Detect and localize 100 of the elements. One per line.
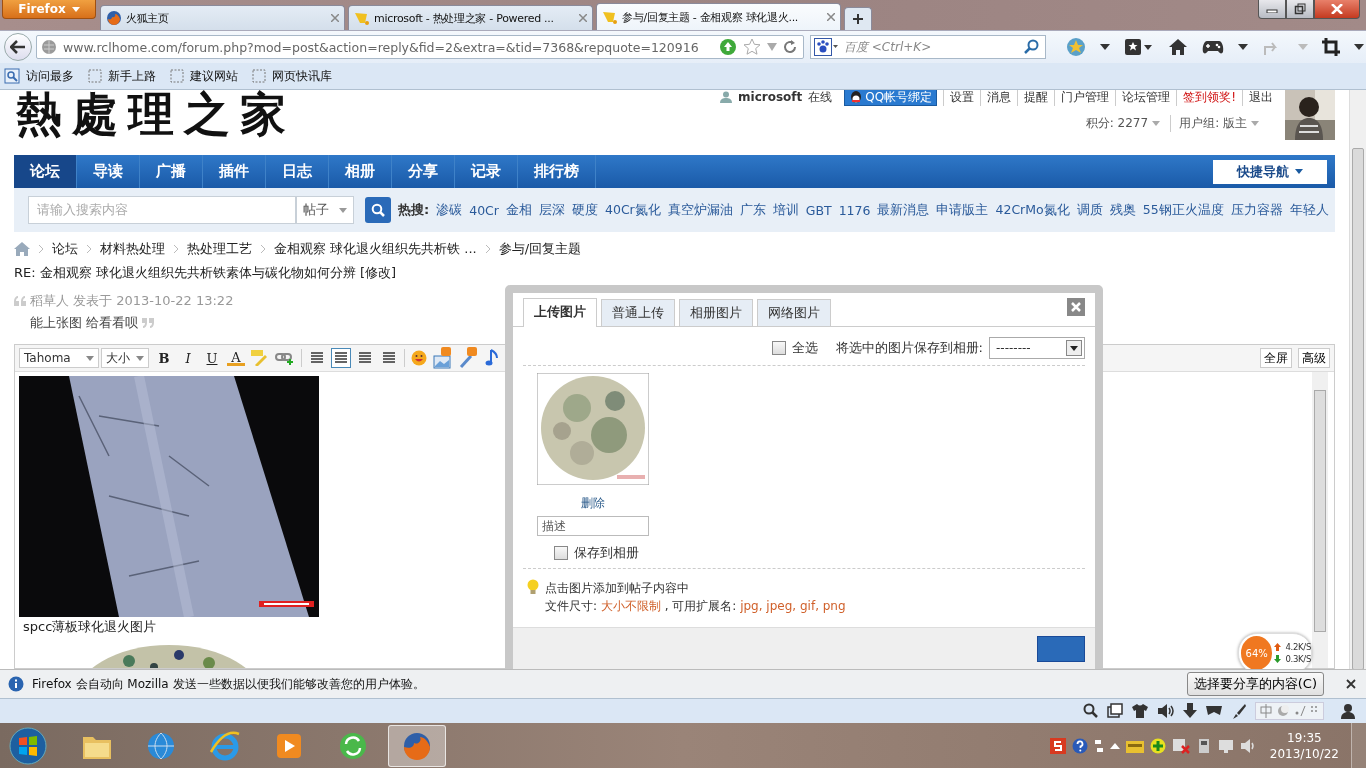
paw-icon[interactable] bbox=[814, 38, 838, 56]
hot-search-link[interactable]: 广东 bbox=[739, 201, 766, 219]
hot-search-link[interactable]: 渗碳 bbox=[436, 201, 463, 219]
shirt-icon[interactable] bbox=[1131, 703, 1149, 719]
delete-link[interactable]: 删除 bbox=[537, 495, 649, 512]
dropdown-icon[interactable] bbox=[1100, 44, 1110, 50]
format-button[interactable]: B bbox=[155, 348, 173, 368]
restore-button[interactable] bbox=[1286, 0, 1314, 19]
dialog-tab[interactable]: 上传图片 bbox=[523, 298, 597, 327]
hot-search-link[interactable]: 1176 bbox=[838, 202, 871, 218]
dialog-tab[interactable]: 普通上传 bbox=[601, 299, 675, 326]
dialog-tab[interactable]: 相册图片 bbox=[679, 299, 753, 326]
dropdown-icon[interactable] bbox=[1238, 44, 1248, 50]
hot-search-link[interactable]: 残奥 bbox=[1109, 201, 1136, 219]
user-icon[interactable] bbox=[1340, 703, 1356, 719]
qq-bind-button[interactable]: QQ帐号绑定 bbox=[844, 90, 938, 106]
hot-search-link[interactable]: 调质 bbox=[1076, 201, 1103, 219]
hot-search-link[interactable]: 年轻人 bbox=[1289, 201, 1329, 219]
address-field[interactable]: www.rclhome.com/forum.php?mod=post&action=reply&fid=2&extra=&tid=7368&repquote=120916 bbox=[36, 35, 804, 59]
hot-search-link[interactable]: 硬度 bbox=[572, 201, 598, 219]
hot-search-link[interactable]: 培训 bbox=[772, 201, 799, 219]
music-note-icon[interactable] bbox=[485, 349, 499, 367]
site-logo[interactable]: 熱處理之家 bbox=[16, 90, 296, 144]
online-status[interactable]: 在线 bbox=[808, 90, 833, 106]
search-field[interactable]: 百度 <Ctrl+K> bbox=[810, 35, 1046, 59]
help-icon[interactable] bbox=[1071, 737, 1088, 754]
moon-icon[interactable] bbox=[1276, 704, 1290, 718]
ime-icon[interactable] bbox=[1049, 737, 1066, 754]
breadcrumb-link[interactable]: 金相观察 球化退火组织先共析铁 ... bbox=[274, 240, 477, 258]
hot-search-link[interactable]: 最新消息 bbox=[877, 201, 930, 219]
editor-mode-button[interactable]: 高级 bbox=[1298, 348, 1330, 368]
image-icon[interactable] bbox=[433, 347, 453, 369]
dialog-tab[interactable]: 网络图片 bbox=[757, 299, 831, 326]
close-icon[interactable] bbox=[1346, 679, 1356, 689]
go-icon[interactable] bbox=[719, 38, 737, 56]
hot-search-link[interactable]: 金相 bbox=[506, 201, 532, 219]
breadcrumb-link[interactable]: 论坛 bbox=[52, 240, 78, 258]
credits-menu[interactable]: 积分: 2277 bbox=[1085, 114, 1161, 132]
checkbox[interactable] bbox=[554, 546, 568, 560]
bookmark-link[interactable]: 访问最多 bbox=[26, 67, 74, 85]
up-arrow-icon[interactable] bbox=[1109, 741, 1120, 750]
taskbar-app[interactable] bbox=[388, 724, 446, 767]
badge-icon[interactable] bbox=[1066, 37, 1086, 57]
editor-mode-button[interactable]: 全屏 bbox=[1260, 348, 1292, 368]
quick-nav-button[interactable]: 快捷导航 bbox=[1213, 159, 1327, 184]
breadcrumb-link[interactable]: 材料热处理 bbox=[100, 240, 165, 258]
download-icon[interactable] bbox=[1183, 703, 1197, 719]
format-button[interactable]: U bbox=[203, 348, 221, 368]
user-menu-link[interactable]: 门户管理 bbox=[1054, 90, 1110, 106]
user-menu-link[interactable]: 签到领奖! bbox=[1176, 90, 1236, 106]
size-select[interactable]: 大小 bbox=[101, 348, 149, 368]
scrollbar[interactable] bbox=[1349, 90, 1366, 669]
bookmark-list-icon[interactable] bbox=[4, 68, 20, 84]
close-button[interactable] bbox=[1314, 0, 1360, 19]
checkbox[interactable] bbox=[771, 341, 786, 355]
speaker-icon[interactable] bbox=[1157, 703, 1175, 719]
bookmark-link[interactable]: 建议网站 bbox=[190, 67, 238, 85]
breadcrumb-link[interactable]: 热处理工艺 bbox=[187, 240, 252, 258]
back-button[interactable] bbox=[4, 33, 32, 61]
reload-icon[interactable] bbox=[783, 40, 797, 54]
punctuation-icon[interactable] bbox=[1293, 704, 1307, 718]
description-input[interactable]: 描述 bbox=[537, 516, 649, 536]
brush-icon[interactable] bbox=[1231, 703, 1247, 719]
network-icon[interactable] bbox=[1171, 737, 1190, 754]
gamepad-icon[interactable] bbox=[1202, 39, 1224, 55]
chinese-mode-icon[interactable] bbox=[1259, 704, 1273, 718]
font-select[interactable]: Tahoma bbox=[19, 348, 99, 368]
share-choice-button[interactable]: 选择要分享的内容(C) bbox=[1186, 672, 1324, 696]
spellcheck-icon[interactable] bbox=[251, 350, 269, 366]
hot-search-link[interactable]: 层深 bbox=[539, 201, 565, 219]
star-icon[interactable] bbox=[743, 38, 761, 56]
bookmark-link[interactable]: 新手上路 bbox=[108, 67, 156, 85]
plus-icon[interactable] bbox=[1149, 737, 1166, 754]
hot-search-link[interactable]: 55钢正火温度 bbox=[1142, 201, 1224, 219]
user-menu-link[interactable]: 退出 bbox=[1242, 90, 1273, 106]
paperclip-icon[interactable] bbox=[459, 347, 479, 369]
minimize-button[interactable] bbox=[1258, 0, 1286, 19]
home-icon[interactable] bbox=[1168, 38, 1188, 56]
user-menu-link[interactable]: 提醒 bbox=[1017, 90, 1049, 106]
username-link[interactable]: microsoft bbox=[738, 90, 803, 104]
monitor-icon[interactable] bbox=[1217, 737, 1234, 754]
network-meter[interactable]: 64% 4.2K/S 0.3K/S bbox=[1238, 633, 1312, 669]
hot-search-link[interactable]: 压力容器 bbox=[1230, 201, 1283, 219]
windows-icon[interactable] bbox=[1107, 703, 1123, 719]
keyboard-icon[interactable] bbox=[1093, 737, 1104, 754]
hot-search-link[interactable]: 真空炉漏油 bbox=[667, 201, 733, 219]
search-icon[interactable] bbox=[1023, 39, 1039, 55]
user-menu-link[interactable]: 论坛管理 bbox=[1115, 90, 1171, 106]
bookmark-link[interactable]: 网页快讯库 bbox=[272, 67, 332, 85]
nav-tab[interactable]: 论坛 bbox=[14, 155, 77, 188]
browser-tab[interactable]: microsoft - 热处理之家 - Powered ... bbox=[348, 5, 593, 30]
user-menu-link[interactable]: 消息 bbox=[980, 90, 1012, 106]
scope-select[interactable]: 帖子 bbox=[296, 196, 354, 224]
close-button[interactable] bbox=[1067, 297, 1085, 316]
crop-icon[interactable] bbox=[1322, 38, 1340, 56]
album-select[interactable]: -------- bbox=[989, 337, 1085, 359]
hot-search-link[interactable]: GBT bbox=[805, 202, 832, 218]
clock[interactable]: 19:35 2013/10/22 bbox=[1269, 729, 1339, 762]
link-icon[interactable] bbox=[275, 350, 295, 366]
hot-search-link[interactable]: 申请版主 bbox=[936, 201, 989, 219]
